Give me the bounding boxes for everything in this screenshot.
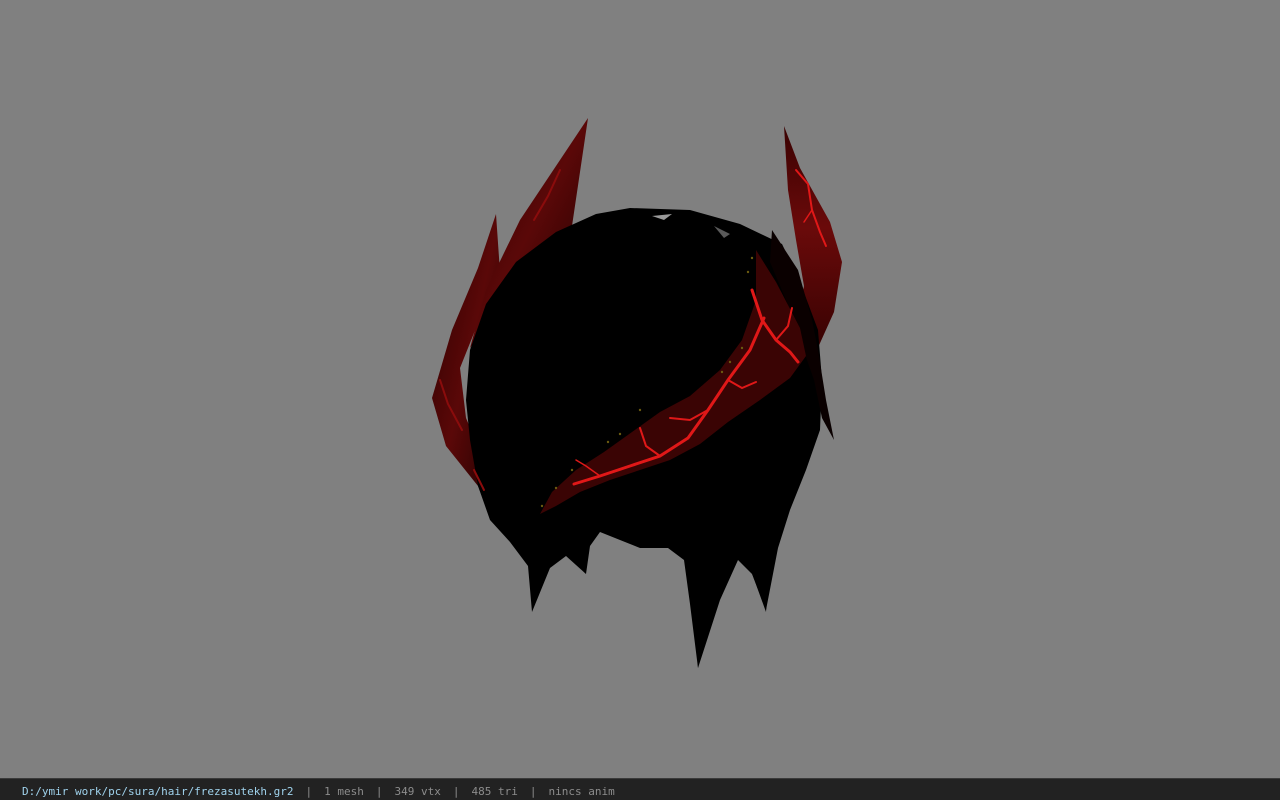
vertex-count-label: 349 vtx <box>394 785 441 798</box>
triangle-count-label: 485 tri <box>471 785 518 798</box>
model-viewport[interactable] <box>0 0 1280 778</box>
animation-status-label: nincs anim <box>548 785 615 798</box>
mesh-count-label: 1 mesh <box>324 785 364 798</box>
separator: | <box>529 785 537 798</box>
separator: | <box>375 785 383 798</box>
status-bar: D:/ymir work/pc/sura/hair/frezasutekh.gr… <box>0 778 1280 800</box>
bottom-spike-3 <box>740 540 770 612</box>
separator: | <box>305 785 313 798</box>
separator: | <box>452 785 460 798</box>
hair-model-render <box>432 118 842 668</box>
file-path-label: D:/ymir work/pc/sura/hair/frezasutekh.gr… <box>22 785 294 798</box>
